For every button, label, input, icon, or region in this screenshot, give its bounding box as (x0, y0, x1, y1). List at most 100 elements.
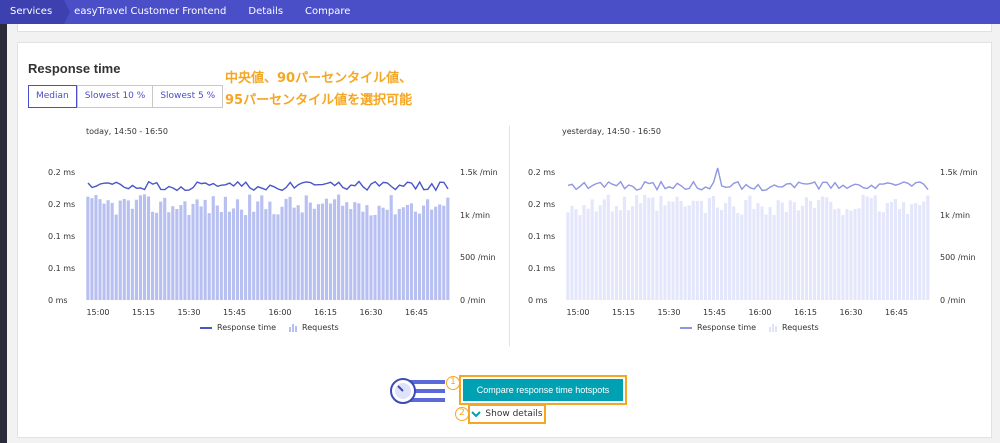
breadcrumb-details[interactable]: Details (238, 0, 295, 24)
request-bar (167, 212, 170, 300)
request-bar (858, 208, 861, 300)
request-bar (111, 203, 114, 300)
y-axis-right-label: 0 /min (940, 296, 965, 305)
request-bar (728, 197, 731, 300)
request-bar (406, 205, 409, 300)
request-bar (611, 211, 614, 300)
request-bar (918, 205, 921, 300)
step-marker-2: 2 (455, 407, 469, 421)
request-bar (163, 198, 166, 300)
compare-hotspots-button[interactable]: Compare response time hotspots (463, 379, 623, 401)
request-bar (276, 214, 279, 300)
request-bar (578, 215, 581, 300)
y-axis-right-label: 0 /min (460, 296, 485, 305)
breadcrumb-service-name[interactable]: easyTravel Customer Frontend (64, 0, 238, 24)
request-bar (724, 203, 727, 300)
request-bar (426, 199, 429, 300)
request-bar (256, 201, 259, 300)
request-bar (382, 208, 385, 300)
request-bar (147, 196, 150, 300)
request-bar (635, 195, 638, 300)
request-bar (187, 215, 190, 300)
response-time-line (568, 168, 928, 191)
request-bar (793, 202, 796, 300)
y-axis-right-label: 1.5k /min (940, 168, 978, 177)
request-bar (878, 211, 881, 300)
request-bar (301, 212, 304, 300)
request-bar (119, 201, 122, 300)
request-bar (615, 206, 618, 300)
option-slowest-5[interactable]: Slowest 5 % (152, 86, 222, 107)
x-axis-label: 15:00 (566, 308, 589, 317)
x-axis-label: 15:15 (612, 308, 635, 317)
request-bar (353, 202, 356, 300)
request-bar (341, 206, 344, 300)
request-bar (720, 210, 723, 300)
x-axis-label: 16:30 (359, 308, 382, 317)
y-axis-left-label: 0.2 ms (48, 200, 75, 209)
request-bar (821, 196, 824, 300)
request-bar (708, 198, 711, 300)
request-bar (212, 196, 215, 300)
request-bar (240, 210, 243, 300)
request-bar (248, 195, 251, 300)
request-bar (845, 209, 848, 300)
request-bar (777, 200, 780, 300)
left-nav-strip (0, 24, 7, 443)
request-bar (365, 205, 368, 300)
request-bar (760, 206, 763, 300)
breadcrumb-services[interactable]: Services (0, 0, 64, 24)
request-bar (619, 210, 622, 300)
request-bar (293, 208, 296, 300)
x-axis-label: 16:45 (885, 308, 908, 317)
request-bar (886, 203, 889, 300)
option-median[interactable]: Median (28, 85, 77, 108)
request-bar (175, 209, 178, 300)
request-bar (870, 198, 873, 300)
chart-divider (509, 126, 510, 346)
request-bar (680, 201, 683, 300)
request-bar (200, 206, 203, 300)
legend-requests: Requests (782, 323, 819, 332)
request-bar (797, 210, 800, 300)
y-axis-left-label: 0.1 ms (48, 264, 75, 273)
request-bar (171, 206, 174, 300)
request-bar (252, 212, 255, 300)
breadcrumb: Services easyTravel Customer Frontend De… (0, 0, 1000, 24)
percentile-selector: Median Slowest 10 % Slowest 5 % (28, 85, 223, 108)
request-bar (284, 199, 287, 300)
request-bar (582, 205, 585, 300)
request-bar (566, 212, 569, 300)
x-axis-label: 16:00 (748, 308, 771, 317)
request-bar (716, 208, 719, 300)
request-bar (603, 199, 606, 300)
request-bar (607, 195, 610, 300)
request-bar (813, 208, 816, 300)
compare-button-highlight: Compare response time hotspots (459, 375, 627, 405)
request-bar (369, 215, 372, 300)
request-bar (159, 202, 162, 300)
request-bar (570, 206, 573, 300)
annotation-line-2: 95パーセンタイル値を選択可能 (225, 89, 412, 108)
option-slowest-10[interactable]: Slowest 10 % (77, 86, 153, 107)
request-bar (671, 202, 674, 300)
request-bar (321, 204, 324, 300)
top-card-edge (17, 24, 992, 32)
request-bar (204, 200, 207, 300)
request-bar (107, 200, 110, 300)
request-bar (829, 202, 832, 300)
request-bar (191, 204, 194, 300)
request-bar (313, 209, 316, 300)
hotspot-stopwatch-icon (389, 376, 445, 406)
request-bar (305, 195, 308, 300)
request-bar (216, 205, 219, 300)
request-bar (434, 207, 437, 300)
request-bar (914, 203, 917, 300)
request-bar (684, 206, 687, 300)
request-bar (143, 194, 146, 300)
show-details-toggle[interactable]: Show details (468, 404, 546, 424)
request-bar (627, 210, 630, 300)
request-bar (402, 207, 405, 300)
request-bar (98, 199, 101, 300)
request-bar (785, 212, 788, 300)
